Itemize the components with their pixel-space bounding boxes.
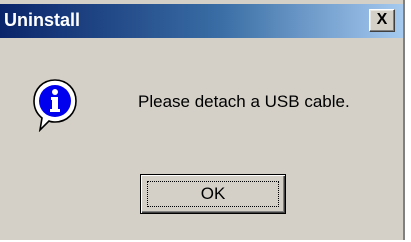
dialog-message: Please detach a USB cable. [138, 92, 350, 111]
uninstall-dialog: Uninstall X Please detach a USB cable. O… [0, 0, 405, 240]
dialog-title: Uninstall [4, 10, 81, 30]
ok-button-label: OK [200, 184, 226, 203]
ok-button[interactable]: OK [140, 174, 286, 214]
close-icon: X [376, 11, 388, 28]
close-button[interactable]: X [369, 9, 395, 32]
title-bar[interactable]: Uninstall X [0, 4, 403, 38]
information-icon [33, 79, 77, 132]
